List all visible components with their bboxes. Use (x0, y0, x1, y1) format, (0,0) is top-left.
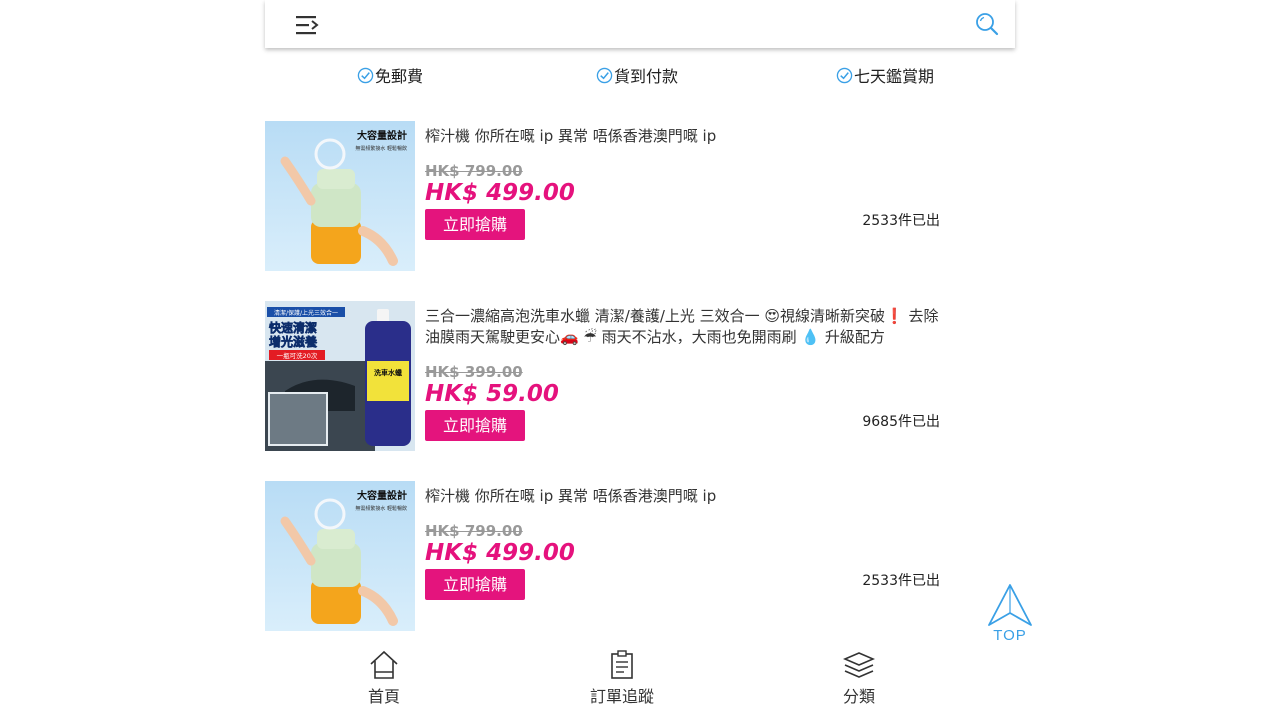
perk-cash-on-delivery: 貨到付款 (596, 62, 678, 88)
nav-label: 訂單追蹤 (589, 687, 654, 706)
image-subcaption: 無需頻繁接水 輕鬆暢飲 (355, 145, 407, 152)
image-caption: 增光滋養 (269, 334, 317, 349)
back-to-top-button[interactable]: TOP (987, 583, 1035, 644)
check-circle-icon (596, 67, 613, 83)
home-icon (370, 650, 398, 679)
nav-label: 首頁 (367, 687, 400, 706)
check-circle-icon (357, 67, 374, 83)
sold-count: 9685件已出 (862, 414, 940, 430)
image-subcaption: 無需頻繁接水 輕鬆暢飲 (355, 505, 407, 512)
image-caption: 清潔/保護/上光三效合一 (274, 309, 338, 317)
perk-free-shipping: 免郵費 (357, 62, 423, 88)
nav-home[interactable]: 首頁 (324, 649, 444, 713)
service-perks: 免郵費 貨到付款 七天鑑賞期 (265, 62, 1015, 88)
sold-count: 2533件已出 (862, 213, 940, 229)
buy-now-button[interactable]: 立即搶購 (425, 569, 525, 600)
app: 免郵費 貨到付款 七天鑑賞期 大容量設計 無需頻繁接水 輕鬆暢飲 榨汁機 你所在… (265, 0, 1015, 720)
product-image-juicer[interactable]: 大容量設計 無需頻繁接水 輕鬆暢飲 (265, 121, 415, 271)
product-card[interactable]: 清潔/保護/上光三效合一 快速清潔 增光滋養 一瓶可洗20次 洗車水蠟 三合一濃… (265, 301, 1015, 451)
original-price: HK$ 799.00 (425, 522, 523, 540)
clipboard-icon (611, 650, 633, 679)
buy-now-button[interactable]: 立即搶購 (425, 410, 525, 441)
back-to-top-label: TOP (993, 627, 1027, 644)
sale-price: HK$ 499.00 (425, 180, 575, 206)
sale-price: HK$ 499.00 (425, 540, 575, 566)
bottom-nav: 首頁 訂單追蹤 分類 (265, 645, 1015, 720)
nav-categories[interactable]: 分類 (799, 649, 919, 713)
original-price: HK$ 799.00 (425, 162, 523, 180)
search-icon[interactable] (975, 12, 999, 36)
nav-label: 分類 (842, 687, 875, 706)
product-card[interactable]: 大容量設計 無需頻繁接水 輕鬆暢飲 榨汁機 你所在嘅 ip 異常 唔係香港澳門嘅… (265, 481, 1015, 631)
product-image-car-wax[interactable]: 清潔/保護/上光三效合一 快速清潔 增光滋養 一瓶可洗20次 洗車水蠟 (265, 301, 415, 451)
product-title[interactable]: 三合一濃縮高泡洗車水蠟 清潔/養護/上光 三效合一 😍視線清晰新突破❗ 去除油膜… (425, 306, 945, 348)
top-header (265, 0, 1015, 48)
product-title[interactable]: 榨汁機 你所在嘅 ip 異常 唔係香港澳門嘅 ip (425, 486, 945, 507)
image-caption: 大容量設計 (357, 129, 407, 142)
arrow-up-icon (988, 584, 1032, 626)
image-caption: 大容量設計 (357, 489, 407, 502)
product-title[interactable]: 榨汁機 你所在嘅 ip 異常 唔係香港澳門嘅 ip (425, 126, 945, 147)
image-caption: 洗車水蠟 (374, 368, 402, 377)
product-card[interactable]: 大容量設計 無需頻繁接水 輕鬆暢飲 榨汁機 你所在嘅 ip 異常 唔係香港澳門嘅… (265, 121, 1015, 271)
perk-label: 七天鑑賞期 (854, 67, 935, 86)
perk-label: 免郵費 (375, 67, 424, 86)
nav-order-tracking[interactable]: 訂單追蹤 (562, 649, 682, 713)
image-caption: 快速清潔 (269, 320, 317, 335)
menu-icon[interactable] (295, 14, 319, 36)
product-image-juicer[interactable]: 大容量設計 無需頻繁接水 輕鬆暢飲 (265, 481, 415, 631)
check-circle-icon (836, 67, 853, 83)
sold-count: 2533件已出 (862, 573, 940, 589)
original-price: HK$ 399.00 (425, 363, 523, 381)
buy-now-button[interactable]: 立即搶購 (425, 209, 525, 240)
perk-label: 貨到付款 (614, 67, 679, 86)
image-caption: 一瓶可洗20次 (277, 351, 318, 360)
sale-price: HK$ 59.00 (425, 381, 559, 407)
perk-seven-day-trial: 七天鑑賞期 (836, 62, 934, 88)
layers-icon (843, 652, 875, 678)
